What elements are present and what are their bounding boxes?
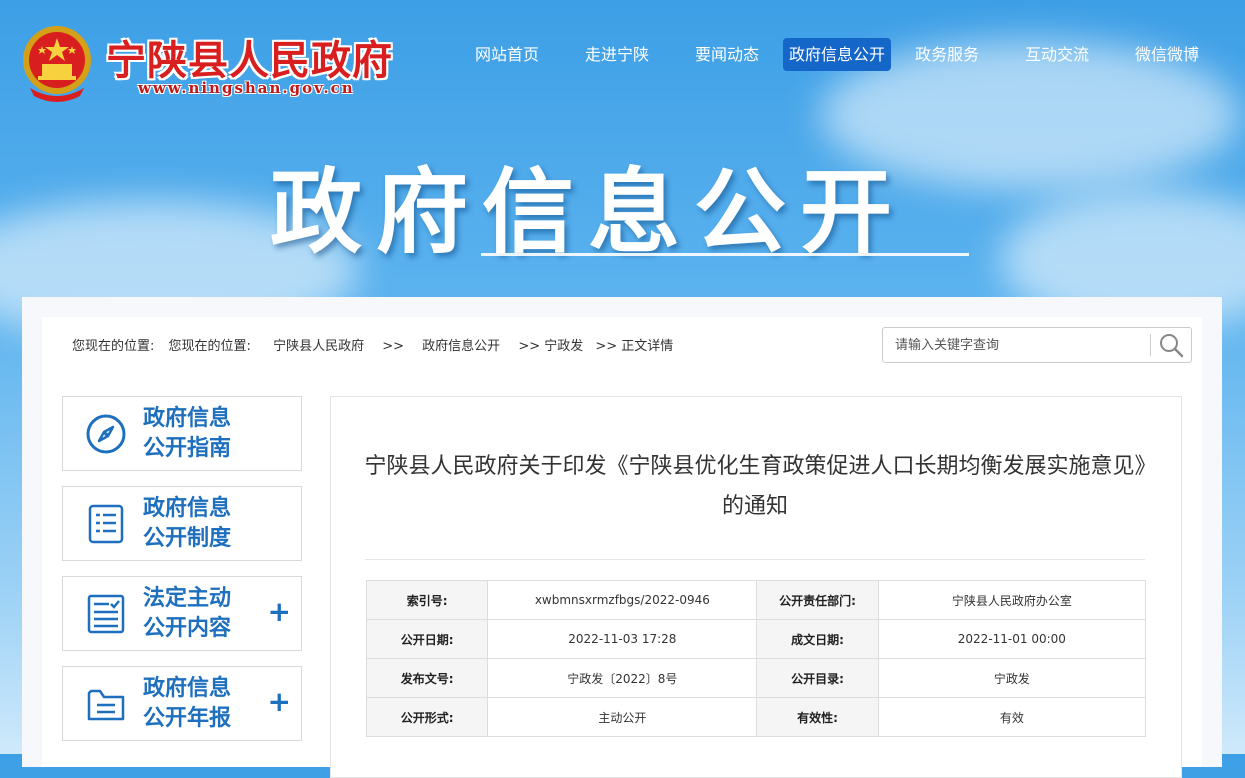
sidebar-label-line1: 法定主动 [143, 586, 232, 611]
nav-item-home[interactable]: 网站首页 [472, 38, 542, 71]
national-emblem-icon [23, 26, 91, 102]
sidebar-label-line1: 政府信息 [143, 496, 232, 521]
nav-item-news[interactable]: 要闻动态 [692, 38, 762, 71]
meta-value: 有效 [877, 697, 1147, 737]
sidebar-label-line2: 公开指南 [143, 436, 232, 461]
title-divider [365, 559, 1145, 560]
breadcrumb-link-home[interactable]: 宁陕县人民政府 [273, 339, 364, 354]
nav-item-about[interactable]: 走进宁陕 [582, 38, 652, 71]
sidebar-item-label: 政府信息 公开制度 [143, 494, 253, 554]
sidebar-item-disclosure-guide[interactable]: 政府信息 公开指南 [62, 396, 302, 471]
content-inner: 您现在的位置: 您现在的位置: 宁陕县人民政府 >> 政府信息公开 >> 宁政发… [42, 317, 1202, 778]
content-panel: 您现在的位置: 您现在的位置: 宁陕县人民政府 >> 政府信息公开 >> 宁政发… [22, 297, 1222, 778]
article-card: 宁陕县人民政府关于印发《宁陕县优化生育政策促进人口长期均衡发展实施意见》的通知 … [330, 396, 1182, 778]
meta-value: xwbmnsxrmzfbgs/2022-0946 [487, 580, 758, 620]
breadcrumb-prefix: 您现在的位置: [72, 339, 155, 354]
table-row: 发布文号: 宁政发〔2022〕8号 公开目录: 宁政发 [365, 658, 1147, 698]
sidebar-item-label: 政府信息 公开年报 [143, 674, 253, 734]
meta-key: 索引号: [365, 580, 489, 620]
meta-value: 宁政发〔2022〕8号 [487, 658, 758, 698]
meta-key: 公开日期: [365, 619, 489, 659]
breadcrumb-link-gov-info[interactable]: 政府信息公开 [422, 339, 500, 354]
folder-icon [87, 689, 125, 721]
breadcrumb: 您现在的位置: 您现在的位置: 宁陕县人民政府 >> 政府信息公开 >> 宁政发… [72, 335, 683, 354]
meta-value: 宁陕县人民政府办公室 [877, 580, 1147, 620]
table-row: 公开日期: 2022-11-03 17:28 成文日期: 2022-11-01 … [365, 619, 1147, 659]
sidebar-label-line2: 公开内容 [143, 616, 232, 641]
nav-item-services[interactable]: 政务服务 [912, 38, 982, 71]
meta-key: 有效性: [756, 697, 879, 737]
meta-value: 2022-11-03 17:28 [487, 619, 758, 659]
sidebar-item-statutory-content[interactable]: 法定主动 公开内容 + [62, 576, 302, 651]
meta-value: 宁政发 [877, 658, 1147, 698]
nav-item-interaction[interactable]: 互动交流 [1022, 38, 1092, 71]
nav-item-wechat-weibo[interactable]: 微信微博 [1132, 38, 1202, 71]
sidebar-item-label: 法定主动 公开内容 [143, 584, 253, 644]
checklist-icon [87, 594, 125, 634]
site-title[interactable]: 宁陕县人民政府 [106, 28, 393, 86]
table-row: 公开形式: 主动公开 有效性: 有效 [365, 697, 1147, 737]
breadcrumb-separator: >> [382, 339, 405, 354]
meta-key: 公开责任部门: [756, 580, 879, 620]
search-input[interactable] [893, 328, 1147, 362]
nav-item-gov-info[interactable]: 政府信息公开 [783, 38, 891, 71]
sidebar-label-line1: 政府信息 [143, 406, 232, 431]
meta-key: 成文日期: [756, 619, 879, 659]
sidebar-label-line2: 公开年报 [143, 706, 232, 731]
meta-value: 2022-11-01 00:00 [877, 619, 1147, 659]
breadcrumb-current: >> 正文详情 [595, 339, 674, 354]
breadcrumb-label: 您现在的位置: [168, 339, 251, 354]
search-box [882, 327, 1192, 363]
breadcrumb-link-ningzhengfa[interactable]: >> 宁政发 [518, 339, 583, 354]
compass-icon [86, 414, 126, 454]
sidebar-item-disclosure-system[interactable]: 政府信息 公开制度 [62, 486, 302, 561]
search-icon[interactable] [1157, 332, 1185, 358]
meta-key: 公开形式: [365, 697, 489, 737]
sidebar-label-line1: 政府信息 [143, 676, 232, 701]
meta-key: 公开目录: [756, 658, 879, 698]
document-list-icon [88, 504, 124, 544]
search-divider [1150, 334, 1151, 356]
expand-plus-icon[interactable]: + [268, 685, 291, 719]
meta-key: 发布文号: [365, 658, 489, 698]
article-title: 宁陕县人民政府关于印发《宁陕县优化生育政策促进人口长期均衡发展实施意见》的通知 [364, 454, 1146, 519]
site-url[interactable]: www.ningshan.gov.cn [138, 79, 355, 97]
sidebar-item-annual-report[interactable]: 政府信息 公开年报 + [62, 666, 302, 741]
banner-title: 政府信息公开 [270, 159, 907, 266]
table-row: 索引号: xwbmnsxrmzfbgs/2022-0946 公开责任部门: 宁陕… [365, 580, 1147, 620]
sidebar-label-line2: 公开制度 [143, 526, 232, 551]
expand-plus-icon[interactable]: + [268, 595, 291, 629]
metadata-table: 索引号: xwbmnsxrmzfbgs/2022-0946 公开责任部门: 宁陕… [365, 580, 1147, 737]
meta-value: 主动公开 [487, 697, 758, 737]
banner-underline [481, 253, 969, 256]
sidebar-item-label: 政府信息 公开指南 [143, 404, 253, 464]
